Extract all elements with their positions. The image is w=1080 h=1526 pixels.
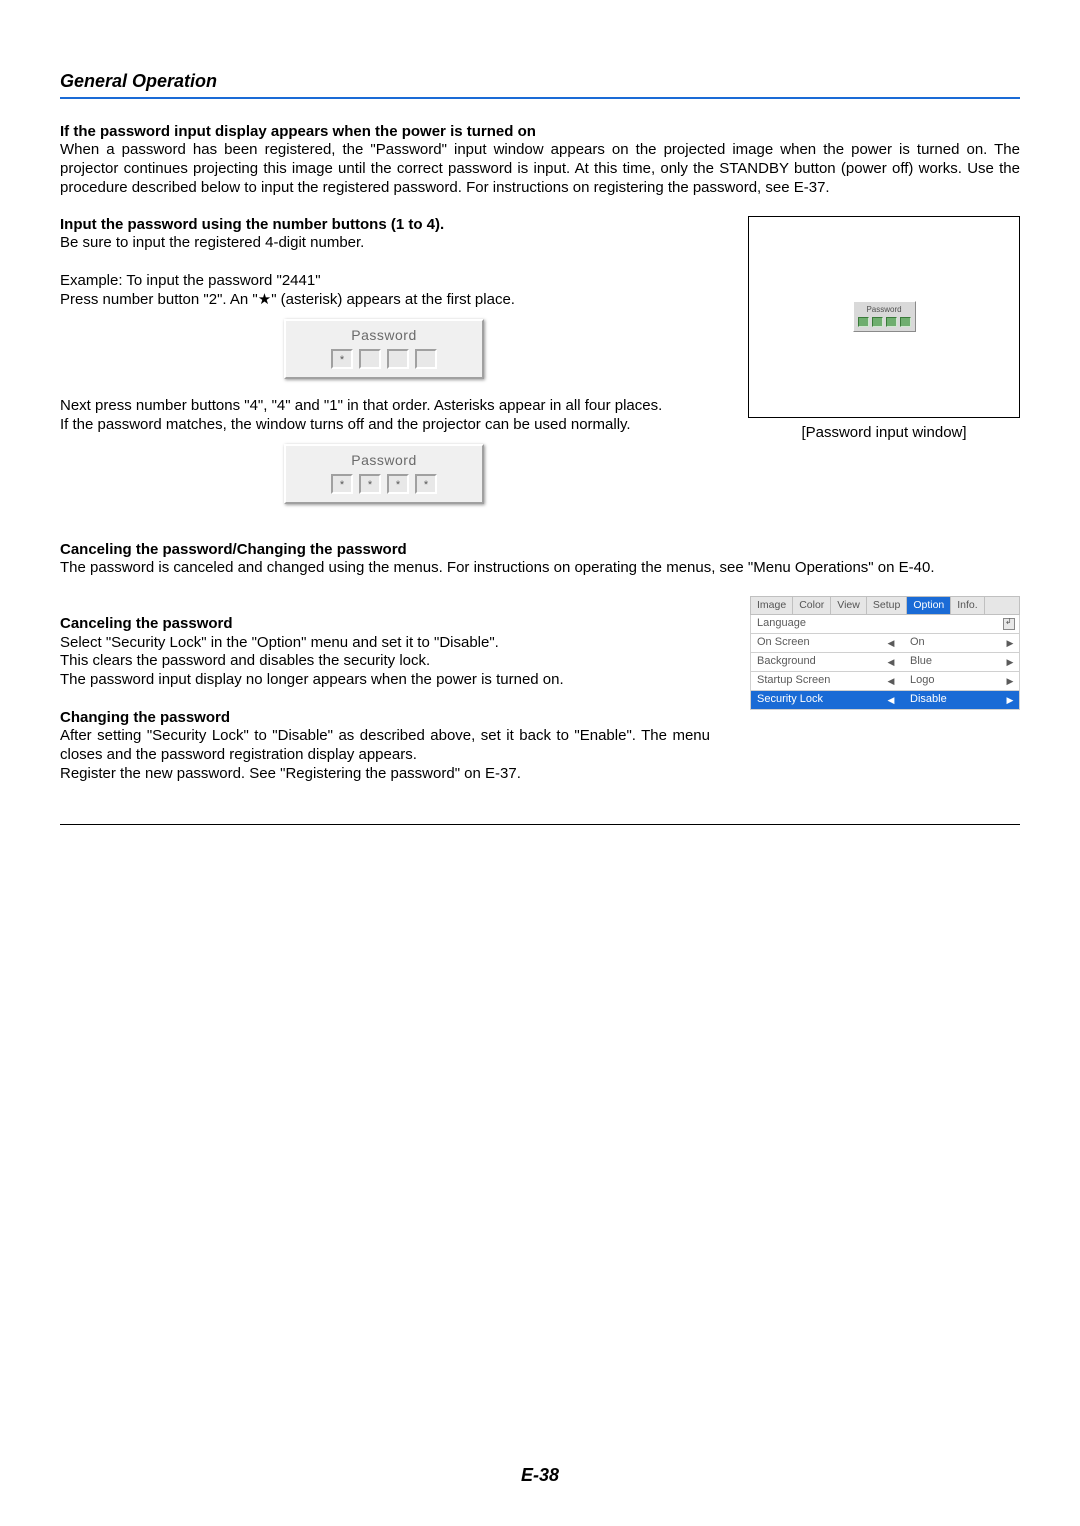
heading-power-on: If the password input display appears wh…: [60, 123, 1020, 142]
proj-box: [886, 317, 897, 327]
menu-row-startup-screen[interactable]: Startup Screen◀Logo▶: [750, 672, 1020, 691]
page-number: E-38: [0, 1464, 1080, 1487]
menu-row-value: Logo: [900, 674, 1001, 688]
cancel-line-1: Select "Security Lock" in the "Option" m…: [60, 634, 710, 653]
horizontal-divider: [60, 824, 1020, 825]
text-next-press: Next press number buttons "4", "4" and "…: [60, 397, 708, 416]
password-box-3: [387, 349, 409, 369]
menu-tab-color[interactable]: Color: [793, 597, 831, 614]
password-box-2: [359, 474, 381, 494]
body-power-on: When a password has been registered, the…: [60, 141, 1020, 197]
enter-icon[interactable]: [999, 618, 1019, 630]
cancel-line-3: The password input display no longer app…: [60, 671, 710, 690]
projection-caption: [Password input window]: [748, 424, 1020, 443]
projection-preview: Password: [748, 216, 1020, 418]
password-dialog-title-2: Password: [294, 452, 474, 470]
heading-input-password: Input the password using the number butt…: [60, 216, 708, 235]
menu-row-on-screen[interactable]: On Screen◀On▶: [750, 634, 1020, 653]
menu-tab-image[interactable]: Image: [751, 597, 793, 614]
triangle-left-icon[interactable]: ◀: [882, 695, 900, 706]
menu-row-background[interactable]: Background◀Blue▶: [750, 653, 1020, 672]
proj-box: [900, 317, 911, 327]
triangle-left-icon[interactable]: ◀: [882, 676, 900, 687]
menu-tab-setup[interactable]: Setup: [867, 597, 907, 614]
section-title: General Operation: [60, 70, 1020, 93]
text-4-digit: Be sure to input the registered 4-digit …: [60, 234, 708, 253]
text-press-2: Press number button "2". An "★" (asteris…: [60, 291, 708, 310]
password-box-1: [331, 349, 353, 369]
proj-box: [858, 317, 869, 327]
menu-row-label: Security Lock: [751, 693, 882, 707]
password-box-4: [415, 474, 437, 494]
menu-tab-info[interactable]: Info.: [951, 597, 984, 614]
option-menu: ImageColorViewSetupOptionInfo. Language O…: [750, 596, 1020, 710]
menu-tab-option[interactable]: Option: [907, 597, 951, 614]
password-box-1: [331, 474, 353, 494]
menu-row-label: On Screen: [751, 636, 882, 650]
password-dialog-all-filled: Password: [284, 444, 484, 504]
menu-row-label: Language: [751, 617, 882, 631]
password-box-4: [415, 349, 437, 369]
text-if-matches: If the password matches, the window turn…: [60, 416, 708, 435]
triangle-left-icon[interactable]: ◀: [882, 657, 900, 668]
menu-tab-view[interactable]: View: [831, 597, 867, 614]
heading-cancel-change: Canceling the password/Changing the pass…: [60, 541, 1020, 560]
menu-row-value: Disable: [900, 693, 1001, 707]
menu-row-security-lock[interactable]: Security Lock◀Disable▶: [750, 691, 1020, 710]
proj-box: [872, 317, 883, 327]
triangle-right-icon[interactable]: ▶: [1001, 638, 1019, 649]
horizontal-rule: [60, 97, 1020, 99]
menu-row-label: Startup Screen: [751, 674, 882, 688]
heading-canceling: Canceling the password: [60, 615, 710, 634]
heading-changing: Changing the password: [60, 709, 710, 728]
password-dialog-one-filled: Password: [284, 319, 484, 379]
password-dialog-title: Password: [294, 327, 474, 345]
menu-row-value: On: [900, 636, 1001, 650]
body-cancel-change: The password is canceled and changed usi…: [60, 559, 1020, 578]
text-example: Example: To input the password "2441": [60, 272, 708, 291]
change-line-2: Register the new password. See "Register…: [60, 765, 710, 784]
cancel-line-2: This clears the password and disables th…: [60, 652, 710, 671]
menu-row-value: Blue: [900, 655, 1001, 669]
triangle-right-icon[interactable]: ▶: [1001, 657, 1019, 668]
triangle-right-icon[interactable]: ▶: [1001, 676, 1019, 687]
menu-row-label: Background: [751, 655, 882, 669]
menu-row-language[interactable]: Language: [750, 615, 1020, 634]
triangle-right-icon[interactable]: ▶: [1001, 695, 1019, 706]
change-line-1: After setting "Security Lock" to "Disabl…: [60, 727, 710, 765]
password-box-2: [359, 349, 381, 369]
password-box-3: [387, 474, 409, 494]
projection-inner-title: Password: [858, 305, 911, 315]
triangle-left-icon[interactable]: ◀: [882, 638, 900, 649]
